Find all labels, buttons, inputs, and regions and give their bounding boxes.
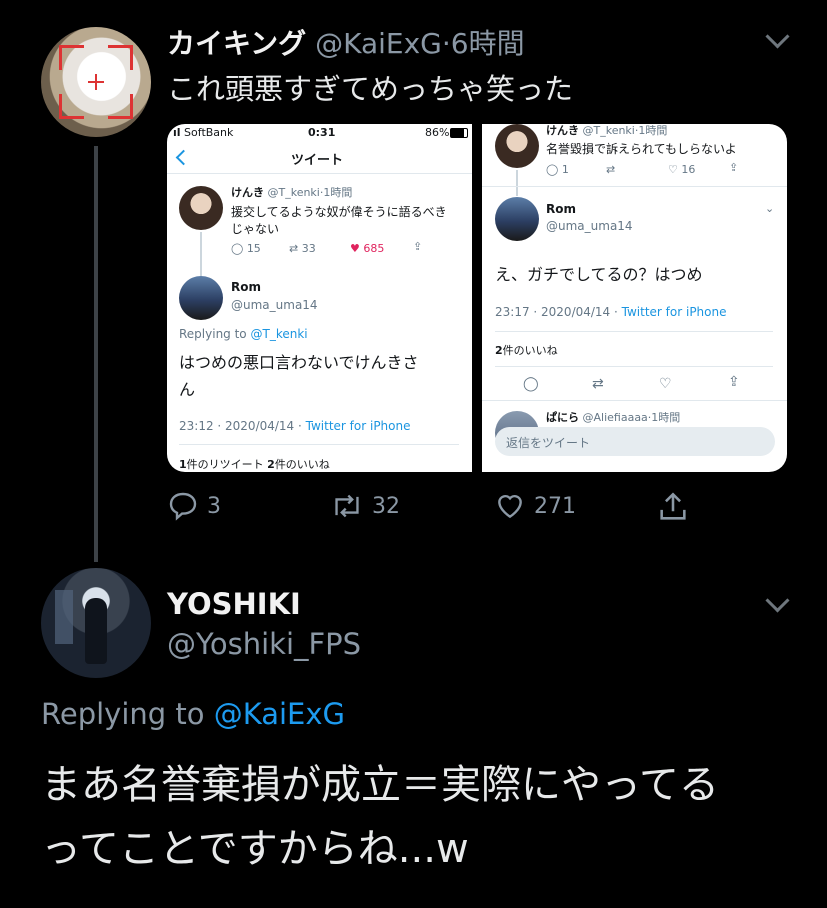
avatar-rom[interactable] xyxy=(179,276,223,320)
retweet-count: 32 xyxy=(372,493,400,519)
share-icon[interactable]: ⇪ xyxy=(729,161,738,174)
retweet-button[interactable]: 32 xyxy=(330,490,400,522)
avatar-rom[interactable] xyxy=(495,197,539,241)
retweet-icon xyxy=(335,494,359,518)
tweet-a-header: けんき @T_kenki·1時間 xyxy=(231,186,353,199)
tweet-a-replies[interactable]: ◯ 15 xyxy=(231,242,261,255)
tweet-b-timestamp: 23:12 · 2020/04/14 · Twitter for iPhone xyxy=(179,419,411,433)
reply-icon[interactable]: ◯ xyxy=(523,376,539,392)
tweet1-time[interactable]: 6時間 xyxy=(451,27,525,60)
tweet1-display-name[interactable]: カイキング xyxy=(167,27,306,60)
tweet-b-text-1: はつめの悪口言わないでけんきさ xyxy=(179,353,419,372)
tweet1-media[interactable]: ıl SoftBank 0:31 86% ツイート けんき @T_kenki·1… xyxy=(167,124,787,472)
like-icon[interactable]: ♡ xyxy=(659,376,672,392)
tweet-b-handle: @uma_uma14 xyxy=(231,298,318,312)
avatar-kaiking[interactable] xyxy=(41,27,151,137)
share-icon xyxy=(660,492,686,520)
status-battery: 86% xyxy=(425,126,450,139)
back-icon[interactable] xyxy=(175,149,192,166)
tweet-a-likes[interactable]: ♡ 16 xyxy=(668,163,695,176)
tweet-b-name: Rom xyxy=(231,280,261,294)
tweet-a-text-1: 援交してるような奴が偉そうに語るべき xyxy=(231,205,447,219)
avatar-yoshiki[interactable] xyxy=(41,568,151,678)
tweet-c-header: ぱにら @Aliefiaaaa·1時間 xyxy=(546,411,681,424)
reply-button[interactable]: 3 xyxy=(167,490,221,522)
share-icon[interactable]: ⇪ xyxy=(413,240,422,253)
battery-icon xyxy=(450,128,468,138)
tweet1-dot: · xyxy=(441,27,451,60)
avatar-kenki[interactable] xyxy=(495,124,539,168)
divider xyxy=(167,173,472,174)
tweet-b-name: Rom xyxy=(546,202,576,216)
like-icon xyxy=(498,494,522,519)
tweet-a-retweets[interactable]: ⇄ 33 xyxy=(289,242,316,255)
tweet2-replying-to: Replying to @KaiExG xyxy=(41,697,345,731)
tweet-b-handle: @uma_uma14 xyxy=(546,219,633,233)
chevron-down-icon[interactable]: ⌄ xyxy=(765,202,774,215)
share-button[interactable] xyxy=(656,490,690,524)
divider xyxy=(482,186,787,187)
nav-title: ツイート xyxy=(291,153,344,168)
tweet-b-replying: Replying to @T_kenki xyxy=(179,327,308,341)
status-time: 0:31 xyxy=(308,126,336,139)
thread-line xyxy=(516,170,518,196)
reply-count: 3 xyxy=(207,493,221,519)
replying-label: Replying to xyxy=(41,697,205,731)
tweet-b-counts: 2件のいいね xyxy=(495,344,558,357)
media-screenshot-left[interactable]: ıl SoftBank 0:31 86% ツイート けんき @T_kenki·1… xyxy=(167,124,472,472)
share-icon[interactable]: ⇪ xyxy=(728,374,740,390)
tweet1-text: これ頭悪すぎてめっちゃ笑った xyxy=(167,72,574,106)
tweet2-handle[interactable]: @Yoshiki_FPS xyxy=(167,627,361,661)
tweet2-text-line1: まあ名誉棄損が成立＝実際にやってる xyxy=(41,762,719,808)
tweet2-display-name[interactable]: YOSHIKI xyxy=(167,587,301,621)
thread-line xyxy=(94,146,98,562)
avatar-kenki[interactable] xyxy=(179,186,223,230)
tweet-a-replies[interactable]: ◯ 1 xyxy=(546,163,569,176)
divider xyxy=(495,331,773,332)
tweet-a-text: 名誉毀損で訴えられてもしらないよ xyxy=(546,142,737,156)
tweet1-handle[interactable]: @KaiExG xyxy=(315,27,442,60)
tweet-b-counts: 1件のリツイート 2件のいいね xyxy=(179,458,330,471)
divider xyxy=(482,400,787,401)
tweet-b-timestamp: 23:17 · 2020/04/14 · Twitter for iPhone xyxy=(495,305,727,319)
tweet-b-text: え、ガチでしてるの？はつめ xyxy=(495,265,703,284)
tweet-a-text-2: じゃない xyxy=(231,222,280,236)
retweet-icon[interactable]: ⇄ xyxy=(606,163,615,176)
status-carrier: ıl SoftBank xyxy=(173,126,234,139)
replying-handle[interactable]: @KaiExG xyxy=(214,697,345,731)
chevron-down-icon[interactable] xyxy=(765,24,790,49)
divider xyxy=(495,366,773,367)
media-screenshot-right[interactable]: けんき @T_kenki·1時間 名誉毀損で訴えられてもしらないよ ◯ 1 ⇄ … xyxy=(482,124,787,472)
thread-line xyxy=(200,232,202,276)
reply-placeholder: 返信をツイート xyxy=(506,436,591,450)
divider xyxy=(179,444,459,445)
chevron-down-icon[interactable] xyxy=(765,588,790,613)
retweet-icon[interactable]: ⇄ xyxy=(592,376,604,392)
tweet-b-text-2: ん xyxy=(179,380,196,399)
reply-icon xyxy=(169,492,197,521)
tweet-a-header: けんき @T_kenki·1時間 xyxy=(546,124,668,137)
like-button[interactable]: 271 xyxy=(494,490,576,522)
tweet1-header: カイキング @KaiExG·6時間 xyxy=(167,22,525,62)
tweet2-text-line2: ってことですからね...w xyxy=(41,826,469,872)
tweet-a-likes[interactable]: ♥ 685 xyxy=(350,242,384,255)
reply-tweet-input[interactable]: 返信をツイート xyxy=(495,427,775,456)
like-count: 271 xyxy=(534,493,576,519)
